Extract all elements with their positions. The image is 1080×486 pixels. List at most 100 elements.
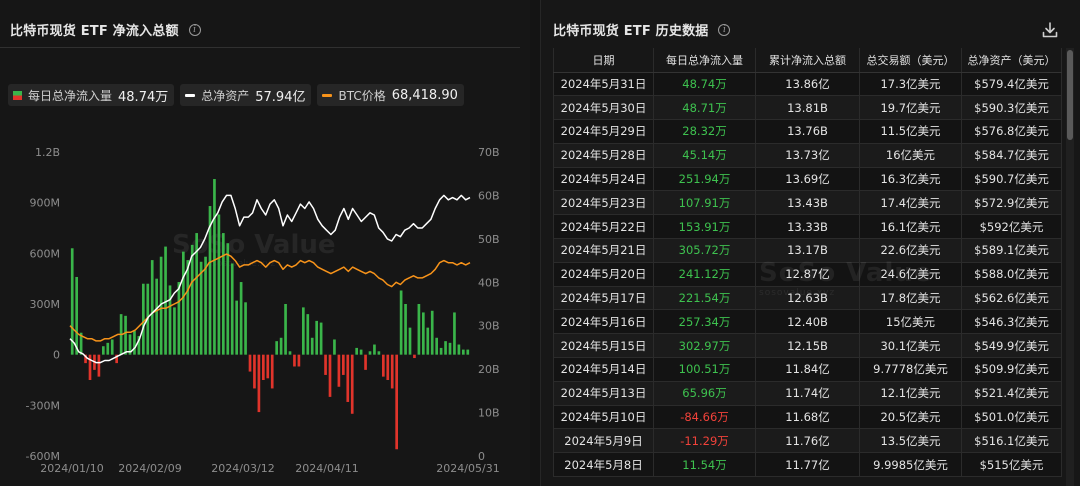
- table-row[interactable]: 2024年5月9日 -11.29万 11.76亿 13.5亿美元 $516.1亿美元: [553, 428, 1062, 454]
- cell-date: 2024年5月29日: [553, 119, 654, 144]
- flow-bar: [315, 320, 318, 355]
- table-row[interactable]: 2024年5月14日 100.51万 11.84亿 9.7778亿美元 $509.9亿美…: [553, 357, 1062, 382]
- flow-bar: [390, 354, 394, 389]
- cell-daily-flow: 100.51万: [653, 357, 756, 382]
- column-header-cumulative[interactable]: 累计净流入总额: [755, 48, 860, 73]
- legend-btc-price[interactable]: BTC价格 68,418.90: [317, 84, 464, 106]
- flow-bar: [368, 351, 372, 355]
- flow-bar: [102, 346, 105, 355]
- flow-bar: [110, 339, 114, 355]
- flow-bar: [337, 354, 341, 387]
- table-row[interactable]: 2024年5月16日 257.34万 12.40B 15亿美元 $546.3亿美元: [553, 309, 1062, 335]
- cell-cumulative: 11.77亿: [755, 452, 860, 478]
- cell-net-assets: $572.9亿美元: [961, 190, 1062, 216]
- right-axis-tick: 70B: [478, 146, 500, 159]
- scroll-thumb[interactable]: [1067, 50, 1073, 140]
- table-row[interactable]: 2024年5月13日 65.96万 11.74亿 12.1亿美元 $521.4亿美元: [553, 381, 1062, 406]
- cell-net-assets: $590.7亿美元: [961, 167, 1062, 192]
- cell-volume: 17.3亿美元: [859, 72, 962, 97]
- etf-history-panel: 比特币现货 ETF 历史数据 i 日期 每日总净流入量 累计净流入总额 总交易额…: [540, 0, 1080, 486]
- table-row[interactable]: 2024年5月24日 251.94万 13.69亿 16.3亿美元 $590.7亿美元: [553, 167, 1062, 192]
- cell-net-assets: $589.1亿美元: [961, 238, 1062, 263]
- flow-bar: [404, 304, 407, 355]
- table-row[interactable]: 2024年5月10日 -84.66万 11.68亿 20.5亿美元 $501.0亿美元: [553, 405, 1062, 430]
- flow-bar: [364, 354, 367, 370]
- flow-bar: [377, 351, 381, 355]
- cell-date: 2024年5月16日: [553, 309, 654, 335]
- flow-bar: [182, 251, 185, 355]
- table-row[interactable]: 2024年5月28日 45.14万 13.73亿 16亿美元 $584.7亿美元: [553, 143, 1062, 168]
- table-row[interactable]: 2024年5月23日 107.91万 13.43B 17.4亿美元 $572.9亿美元: [553, 190, 1062, 216]
- cell-cumulative: 12.63B: [755, 286, 860, 311]
- flow-bar: [70, 248, 74, 355]
- flow-bar: [319, 322, 323, 355]
- table-row[interactable]: 2024年5月15日 302.97万 12.15B 30.1亿美元 $549.9亿美元: [553, 333, 1062, 359]
- column-header-date[interactable]: 日期: [553, 48, 654, 73]
- cell-volume: 19.7亿美元: [859, 95, 962, 121]
- x-axis-tick: 2024/05/31: [436, 462, 499, 475]
- cell-net-assets: $549.9亿美元: [961, 333, 1062, 359]
- cell-cumulative: 12.40B: [755, 309, 860, 335]
- cell-daily-flow: 28.32万: [653, 119, 756, 144]
- legend-daily-flow[interactable]: 每日总净流入量 48.74万: [8, 84, 175, 106]
- flow-bar: [439, 347, 443, 355]
- cell-cumulative: 11.74亿: [755, 381, 860, 406]
- cell-daily-flow: 305.72万: [653, 238, 756, 263]
- legend-total-assets[interactable]: 总净资产 57.94亿: [180, 84, 312, 106]
- flow-bar: [457, 344, 461, 355]
- table-scrollbar[interactable]: [1066, 48, 1074, 486]
- flow-bar: [168, 285, 172, 355]
- table-body: 2024年5月31日 48.74万 13.86亿 17.3亿美元 $579.4亿美元 20…: [553, 72, 1062, 478]
- right-axis-tick: 60B: [478, 189, 500, 202]
- cell-daily-flow: 241.12万: [653, 262, 756, 287]
- flow-bar: [466, 349, 470, 355]
- flow-bar: [222, 233, 225, 355]
- flow-bar: [173, 307, 176, 355]
- cell-cumulative: 13.17B: [755, 238, 860, 263]
- flow-bar: [288, 351, 292, 355]
- flow-bar: [373, 344, 376, 355]
- column-header-net-assets[interactable]: 总净资产（美元）: [961, 48, 1062, 73]
- flow-bar: [150, 260, 154, 355]
- flow-bar: [310, 337, 314, 355]
- flow-bar: [306, 314, 310, 355]
- netflow-chart[interactable]: SoSo Valuesosovalue.xyz1.2B900M600M300M0…: [0, 130, 530, 486]
- table-row[interactable]: 2024年5月31日 48.74万 13.86亿 17.3亿美元 $579.4亿美元: [553, 72, 1062, 97]
- cell-daily-flow: -84.66万: [653, 405, 756, 430]
- left-axis-tick: 600M: [30, 247, 61, 260]
- flow-bar: [226, 243, 230, 355]
- cell-net-assets: $515亿美元: [961, 452, 1062, 478]
- info-icon[interactable]: i: [718, 23, 731, 36]
- right-axis-tick: 20B: [478, 363, 500, 376]
- cell-date: 2024年5月9日: [553, 428, 654, 454]
- table-row[interactable]: 2024年5月22日 153.91万 13.33B 16.1亿美元 $592亿美元: [553, 214, 1062, 240]
- cell-cumulative: 13.33B: [755, 214, 860, 240]
- table-row[interactable]: 2024年5月30日 48.71万 13.81B 19.7亿美元 $590.3亿美元: [553, 95, 1062, 121]
- table-row[interactable]: 2024年5月20日 241.12万 12.87亿 24.6亿美元 $588.0亿美元: [553, 262, 1062, 287]
- flow-bar: [244, 302, 247, 355]
- flow-bar: [217, 214, 221, 355]
- table-row[interactable]: 2024年5月21日 305.72万 13.17B 22.6亿美元 $589.1亿美元: [553, 238, 1062, 263]
- flow-bar: [408, 327, 412, 355]
- cell-date: 2024年5月21日: [553, 238, 654, 263]
- download-icon[interactable]: [1040, 20, 1060, 40]
- table-row[interactable]: 2024年5月29日 28.32万 13.76B 11.5亿美元 $576.8亿美元: [553, 119, 1062, 144]
- left-axis-tick: 300M: [30, 298, 61, 311]
- table-row[interactable]: 2024年5月17日 221.54万 12.63B 17.8亿美元 $562.6亿美元: [553, 286, 1062, 311]
- flow-bar: [346, 354, 350, 402]
- cell-volume: 17.8亿美元: [859, 286, 962, 311]
- flow-bar: [239, 282, 243, 355]
- column-header-daily-flow[interactable]: 每日总净流入量: [653, 48, 756, 73]
- flow-bar: [190, 244, 194, 355]
- netflow-title: 比特币现货 ETF 净流入总额 i: [10, 20, 201, 39]
- cell-daily-flow: 48.71万: [653, 95, 756, 121]
- info-icon[interactable]: i: [188, 23, 201, 36]
- cell-net-assets: $562.6亿美元: [961, 286, 1062, 311]
- table-row[interactable]: 2024年5月8日 11.54万 11.77亿 9.9985亿美元 $515亿美元: [553, 452, 1062, 478]
- cell-date: 2024年5月31日: [553, 72, 654, 97]
- cell-cumulative: 11.76亿: [755, 428, 860, 454]
- column-header-volume[interactable]: 总交易额（美元）: [859, 48, 962, 73]
- cell-date: 2024年5月14日: [553, 357, 654, 382]
- cell-date: 2024年5月17日: [553, 286, 654, 311]
- flow-bar: [97, 354, 101, 377]
